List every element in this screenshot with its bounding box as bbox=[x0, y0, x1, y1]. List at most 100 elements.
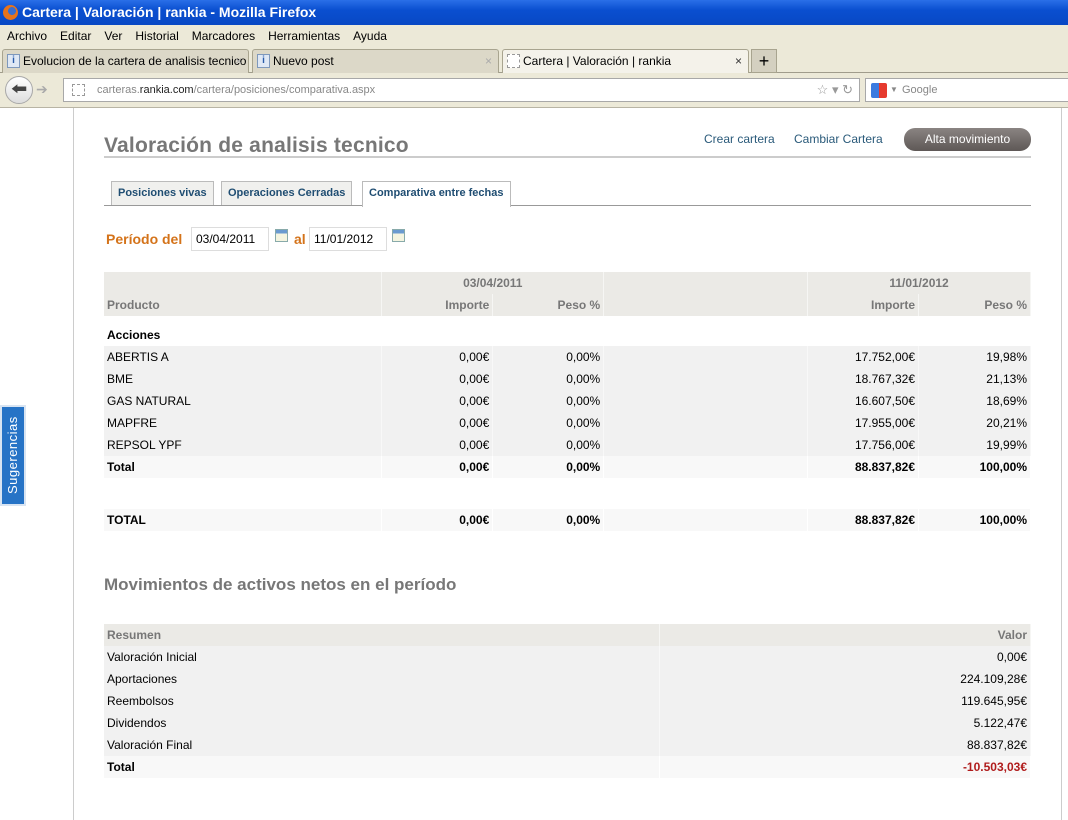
cambiar-cartera-link[interactable]: Cambiar Cartera bbox=[794, 132, 883, 146]
periodo-label: Período del bbox=[106, 231, 183, 247]
resumen-label: Dividendos bbox=[104, 712, 661, 734]
table-row: Valoración Final 88.837,82€ bbox=[104, 734, 1031, 756]
date1-header: 03/04/2011 bbox=[381, 272, 605, 294]
close-tab-icon[interactable]: × bbox=[485, 50, 492, 72]
table-row: Reembolsos 119.645,95€ bbox=[104, 690, 1031, 712]
peso-header: Peso % bbox=[918, 294, 1031, 316]
tab-label: Evolucion de la cartera de analisis tecn… bbox=[23, 54, 247, 68]
new-tab-button[interactable]: + bbox=[751, 49, 777, 73]
url-domain: rankia.com bbox=[139, 84, 194, 96]
tab-comparativa-entre-fechas[interactable]: Comparativa entre fechas bbox=[362, 181, 511, 207]
resumen-header: Resumen bbox=[104, 624, 661, 646]
alta-movimiento-button[interactable]: Alta movimiento bbox=[904, 128, 1031, 151]
calendar-icon[interactable] bbox=[275, 229, 288, 242]
resumen-label: Aportaciones bbox=[104, 668, 661, 690]
peso-2: 19,99% bbox=[918, 434, 1031, 456]
peso-2: 18,69% bbox=[918, 390, 1031, 412]
product-name: GAS NATURAL bbox=[104, 390, 383, 412]
table-row: Valoración Inicial 0,00€ bbox=[104, 646, 1031, 668]
valor-header: Valor bbox=[659, 624, 1031, 646]
peso-2: 19,98% bbox=[918, 346, 1031, 368]
table-row: BME 0,00€ 0,00% 18.767,32€ 21,13% bbox=[104, 368, 1031, 390]
importe-1: 0,00€ bbox=[381, 434, 494, 456]
tabs-divider bbox=[104, 205, 1031, 206]
reload-icon[interactable]: ↻ bbox=[842, 82, 853, 97]
importe-1: 0,00€ bbox=[381, 390, 494, 412]
table-row: Dividendos 5.122,47€ bbox=[104, 712, 1031, 734]
importe-2: 16.607,50€ bbox=[807, 390, 919, 412]
menu-herramientas[interactable]: Herramientas bbox=[268, 29, 340, 43]
menu-ver[interactable]: Ver bbox=[104, 29, 122, 43]
total-row: Total -10.503,03€ bbox=[104, 756, 1031, 778]
history-dropdown-icon[interactable]: ▾ bbox=[832, 82, 839, 97]
total-row: Total 0,00€ 0,00% 88.837,82€ 100,00% bbox=[104, 456, 1031, 478]
page-info-icon: i bbox=[7, 54, 20, 68]
peso-2: 20,21% bbox=[918, 412, 1031, 434]
calendar-icon[interactable] bbox=[392, 229, 405, 242]
peso-1: 0,00% bbox=[492, 509, 605, 531]
date-to-input[interactable]: 11/01/2012 bbox=[309, 227, 387, 251]
title-divider bbox=[104, 156, 1031, 158]
resumen-label: Valoración Inicial bbox=[104, 646, 661, 668]
browser-tab-cartera[interactable]: Cartera | Valoración | rankia × bbox=[502, 49, 749, 74]
peso-1: 0,00% bbox=[492, 346, 605, 368]
search-bar[interactable]: ▼ Google bbox=[865, 78, 1068, 102]
url-subdomain: carteras. bbox=[97, 84, 140, 96]
date-from-input[interactable]: 03/04/2011 bbox=[191, 227, 269, 251]
product-name: ABERTIS A bbox=[104, 346, 383, 368]
close-tab-icon[interactable]: × bbox=[735, 50, 742, 72]
importe-2: 17.756,00€ bbox=[807, 434, 919, 456]
bookmark-star-icon[interactable]: ☆ bbox=[817, 82, 829, 97]
movimientos-title: Movimientos de activos netos en el perío… bbox=[104, 575, 457, 594]
search-engine-dropdown-icon[interactable]: ▼ bbox=[890, 79, 898, 101]
menu-editar[interactable]: Editar bbox=[60, 29, 91, 43]
resumen-label: Valoración Final bbox=[104, 734, 661, 756]
importe-1: 0,00€ bbox=[381, 412, 494, 434]
importe-2: 88.837,82€ bbox=[807, 509, 919, 531]
product-name: BME bbox=[104, 368, 383, 390]
resumen-label: Reembolsos bbox=[104, 690, 661, 712]
product-name: TOTAL bbox=[104, 509, 383, 531]
date2-header: 11/01/2012 bbox=[807, 272, 1031, 294]
tab-label: Cartera | Valoración | rankia bbox=[523, 54, 672, 68]
producto-header: Producto bbox=[104, 294, 383, 316]
tab-operaciones-cerradas[interactable]: Operaciones Cerradas bbox=[221, 181, 353, 206]
product-name: REPSOL YPF bbox=[104, 434, 383, 456]
table-row: GAS NATURAL 0,00€ 0,00% 16.607,50€ 18,69% bbox=[104, 390, 1031, 412]
tab-bar: i Evolucion de la cartera de analisis tec… bbox=[0, 47, 1068, 74]
window-title: Cartera | Valoración | rankia - Mozilla … bbox=[22, 4, 317, 20]
valor: 0,00€ bbox=[659, 646, 1031, 668]
sugerencias-tab[interactable]: Sugerencias bbox=[0, 405, 26, 506]
menu-ayuda[interactable]: Ayuda bbox=[353, 29, 387, 43]
valor: 224.109,28€ bbox=[659, 668, 1031, 690]
search-placeholder: Google bbox=[902, 84, 938, 96]
product-name: Total bbox=[104, 456, 383, 478]
menu-marcadores[interactable]: Marcadores bbox=[192, 29, 255, 43]
forward-button[interactable]: ➔ bbox=[36, 81, 48, 98]
menu-historial[interactable]: Historial bbox=[135, 29, 178, 43]
tab-posiciones-vivas[interactable]: Posiciones vivas bbox=[111, 181, 214, 206]
menu-bar: Archivo Editar Ver Historial Marcadores Herra… bbox=[0, 25, 1068, 47]
site-identity-icon[interactable] bbox=[72, 84, 85, 96]
valor: 119.645,95€ bbox=[659, 690, 1031, 712]
google-icon[interactable] bbox=[871, 83, 887, 98]
firefox-icon bbox=[3, 5, 18, 20]
importe-1: 0,00€ bbox=[381, 456, 494, 478]
importe-2: 18.767,32€ bbox=[807, 368, 919, 390]
importe-2: 17.752,00€ bbox=[807, 346, 919, 368]
back-button[interactable]: 🠰 bbox=[5, 76, 33, 104]
group-label: Acciones bbox=[104, 324, 1031, 346]
browser-tab-evolucion[interactable]: i Evolucion de la cartera de analisis tec… bbox=[2, 49, 249, 73]
resumen-label: Total bbox=[104, 756, 661, 778]
peso-1: 0,00% bbox=[492, 412, 605, 434]
menu-archivo[interactable]: Archivo bbox=[7, 29, 47, 43]
crear-cartera-link[interactable]: Crear cartera bbox=[704, 132, 775, 146]
table-row: Aportaciones 224.109,28€ bbox=[104, 668, 1031, 690]
grand-total-row: TOTAL 0,00€ 0,00% 88.837,82€ 100,00% bbox=[104, 509, 1031, 531]
url-path: /cartera/posiciones/comparativa.aspx bbox=[193, 84, 376, 96]
blank-page-icon bbox=[507, 54, 520, 68]
close-tab-icon[interactable]: × bbox=[235, 50, 242, 72]
product-name: MAPFRE bbox=[104, 412, 383, 434]
url-bar[interactable]: carteras.rankia.com/cartera/posiciones/c… bbox=[63, 78, 860, 102]
browser-tab-nuevo-post[interactable]: i Nuevo post × bbox=[252, 49, 499, 73]
